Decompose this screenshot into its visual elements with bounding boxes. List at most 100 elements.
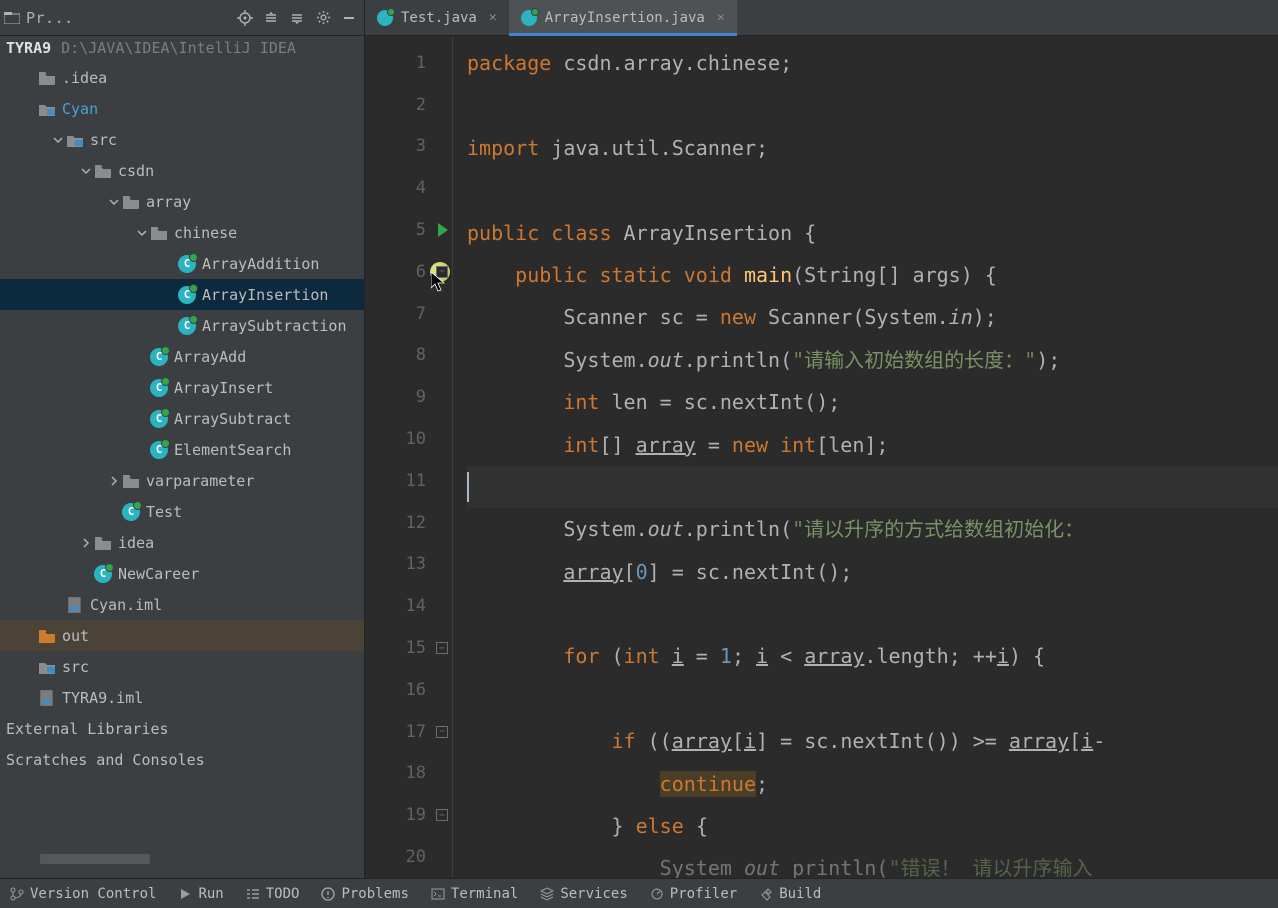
tree-item-out[interactable]: out: [0, 620, 364, 651]
tree-item-arrayadd[interactable]: CArrayAdd: [0, 341, 364, 372]
editor-gutter[interactable]: 123456−789101112131415−1617−1819−20: [365, 36, 453, 878]
tab-arrayinsertion-java[interactable]: ArrayInsertion.java✕: [509, 0, 737, 35]
chevron-icon[interactable]: [78, 163, 94, 179]
code-line-12[interactable]: System.out.println("请以升序的方式给数组初始化：: [467, 508, 1278, 550]
code-line-5[interactable]: public class ArrayInsertion {: [467, 212, 1278, 254]
gutter-line-14[interactable]: 14: [365, 585, 452, 627]
tree-item-scratches-and-consoles[interactable]: Scratches and Consoles: [0, 744, 364, 775]
code-line-17[interactable]: if ((array[i] = sc.nextInt()) >= array[i…: [467, 720, 1278, 762]
minimize-icon[interactable]: [338, 7, 360, 29]
gutter-line-9[interactable]: 9: [365, 376, 452, 418]
horizontal-scrollbar[interactable]: [40, 854, 150, 864]
gutter-line-19[interactable]: 19−: [365, 794, 452, 836]
gutter-line-7[interactable]: 7: [365, 293, 452, 335]
tree-item-arraysubtract[interactable]: CArraySubtract: [0, 403, 364, 434]
gutter-line-13[interactable]: 13: [365, 544, 452, 586]
gutter-line-5[interactable]: 5: [365, 209, 452, 251]
code-line-14[interactable]: [467, 593, 1278, 635]
code-line-13[interactable]: array[0] = sc.nextInt();: [467, 551, 1278, 593]
gutter-line-16[interactable]: 16: [365, 669, 452, 711]
expand-all-icon[interactable]: [260, 7, 282, 29]
gear-icon[interactable]: [312, 7, 334, 29]
close-icon[interactable]: ✕: [717, 10, 725, 25]
tree-item-chinese[interactable]: chinese: [0, 217, 364, 248]
chevron-icon[interactable]: [134, 411, 150, 427]
tree-item-arraysubtraction[interactable]: CArraySubtraction: [0, 310, 364, 341]
code-line-9[interactable]: int len = sc.nextInt();: [467, 381, 1278, 423]
toolwin-build[interactable]: Build: [759, 886, 821, 902]
chevron-icon[interactable]: [78, 535, 94, 551]
fold-toggle[interactable]: −: [436, 266, 448, 278]
code-line-10[interactable]: int[] array = new int[len];: [467, 424, 1278, 466]
chevron-icon[interactable]: [78, 566, 94, 582]
tree-item-idea[interactable]: idea: [0, 527, 364, 558]
tree-item-arrayinsert[interactable]: CArrayInsert: [0, 372, 364, 403]
fold-toggle[interactable]: −: [436, 642, 448, 654]
target-icon[interactable]: [234, 7, 256, 29]
collapse-all-icon[interactable]: [286, 7, 308, 29]
tree-item-csdn[interactable]: csdn: [0, 155, 364, 186]
code-line-6[interactable]: public static void main(String[] args) {: [467, 254, 1278, 296]
gutter-line-4[interactable]: 4: [365, 167, 452, 209]
code-line-4[interactable]: [467, 169, 1278, 211]
code-line-8[interactable]: System.out.println("请输入初始数组的长度：");: [467, 339, 1278, 381]
code-line-1[interactable]: package csdn.array.chinese;: [467, 42, 1278, 84]
code-editor[interactable]: package csdn.array.chinese;import java.u…: [453, 36, 1278, 878]
gutter-line-12[interactable]: 12: [365, 502, 452, 544]
tree-item-external-libraries[interactable]: External Libraries: [0, 713, 364, 744]
chevron-icon[interactable]: [22, 659, 38, 675]
gutter-line-8[interactable]: 8: [365, 335, 452, 377]
chevron-icon[interactable]: [134, 380, 150, 396]
tree-item-src[interactable]: src: [0, 651, 364, 682]
tree-item-test[interactable]: CTest: [0, 496, 364, 527]
tree-item-elementsearch[interactable]: CElementSearch: [0, 434, 364, 465]
tree-item-cyan[interactable]: Cyan: [0, 93, 364, 124]
code-line-7[interactable]: Scanner sc = new Scanner(System.in);: [467, 296, 1278, 338]
chevron-icon[interactable]: [22, 70, 38, 86]
close-icon[interactable]: ✕: [489, 10, 497, 25]
tree-item-src[interactable]: src: [0, 124, 364, 155]
chevron-icon[interactable]: [134, 225, 150, 241]
chevron-icon[interactable]: [50, 597, 66, 613]
chevron-icon[interactable]: [106, 504, 122, 520]
fold-toggle[interactable]: −: [436, 726, 448, 738]
tree-item-arrayinsertion[interactable]: CArrayInsertion: [0, 279, 364, 310]
gutter-line-11[interactable]: 11: [365, 460, 452, 502]
gutter-line-10[interactable]: 10: [365, 418, 452, 460]
chevron-icon[interactable]: [134, 349, 150, 365]
gutter-line-18[interactable]: 18: [365, 753, 452, 795]
run-icon[interactable]: [438, 223, 448, 237]
toolwin-terminal[interactable]: Terminal: [431, 886, 518, 902]
code-line-20[interactable]: System out println("错误！ 请以升序输入: [467, 847, 1278, 878]
code-line-11[interactable]: [467, 466, 1278, 508]
code-line-16[interactable]: [467, 678, 1278, 720]
code-line-15[interactable]: for (int i = 1; i < array.length; ++i) {: [467, 635, 1278, 677]
chevron-icon[interactable]: [50, 132, 66, 148]
chevron-icon[interactable]: [22, 690, 38, 706]
code-line-18[interactable]: continue;: [467, 763, 1278, 805]
tree-item-arrayaddition[interactable]: CArrayAddition: [0, 248, 364, 279]
code-line-19[interactable]: } else {: [467, 805, 1278, 847]
chevron-icon[interactable]: [106, 194, 122, 210]
toolwin-services[interactable]: Services: [540, 886, 627, 902]
gutter-line-20[interactable]: 20: [365, 836, 452, 878]
tab-test-java[interactable]: Test.java✕: [365, 0, 509, 35]
toolwin-problems[interactable]: Problems: [321, 886, 408, 902]
gutter-line-2[interactable]: 2: [365, 84, 452, 126]
toolwin-todo[interactable]: TODO: [246, 886, 300, 902]
chevron-icon[interactable]: [162, 287, 178, 303]
toolwin-version-control[interactable]: Version Control: [10, 886, 156, 902]
tree-item-tyra9-iml[interactable]: TYRA9.iml: [0, 682, 364, 713]
tree-item--idea[interactable]: .idea: [0, 62, 364, 93]
chevron-icon[interactable]: [162, 256, 178, 272]
chevron-icon[interactable]: [162, 318, 178, 334]
gutter-line-1[interactable]: 1: [365, 42, 452, 84]
gutter-line-15[interactable]: 15−: [365, 627, 452, 669]
tree-item-cyan-iml[interactable]: Cyan.iml: [0, 589, 364, 620]
toolwin-run[interactable]: Run: [178, 886, 223, 902]
gutter-line-17[interactable]: 17−: [365, 711, 452, 753]
chevron-icon[interactable]: [134, 442, 150, 458]
tree-item-newcareer[interactable]: CNewCareer: [0, 558, 364, 589]
toolwin-profiler[interactable]: Profiler: [650, 886, 737, 902]
project-tree[interactable]: .ideaCyansrccsdnarraychineseCArrayAdditi…: [0, 60, 364, 848]
